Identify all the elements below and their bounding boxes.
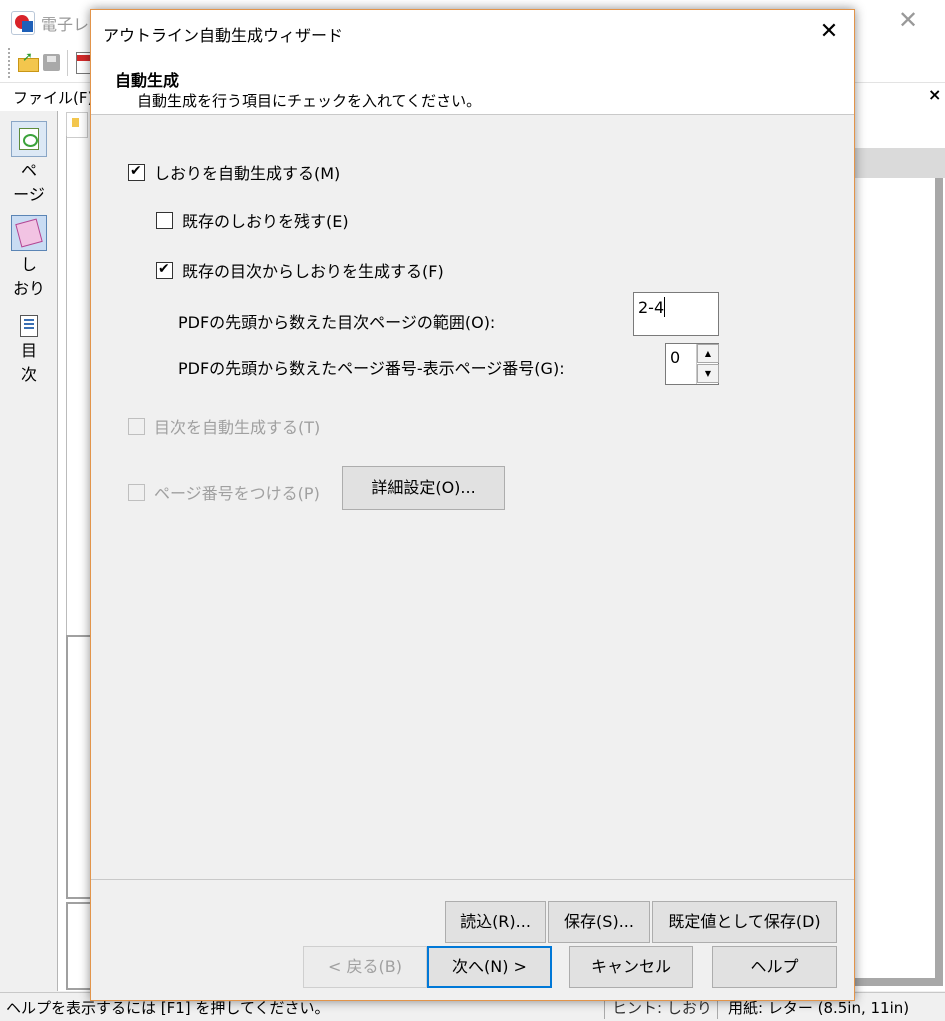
footer-divider (91, 879, 854, 880)
page-icon (11, 121, 47, 157)
spin-buttons: ▲ ▼ (696, 344, 719, 384)
toc-icon (12, 309, 46, 343)
wizard-step-title: 自動生成 (115, 71, 180, 90)
open-folder-icon[interactable]: ➚ (17, 50, 39, 72)
panel-tab-bookmark-label: し おり (12, 255, 45, 298)
page-offset-label: PDFの先頭から数えたページ番号-表示ページ番号(G): (178, 359, 565, 378)
app-close-icon[interactable]: ✕ (898, 6, 918, 34)
panel-tab-toc-label: 目 次 (20, 341, 37, 384)
spin-down-icon[interactable]: ▼ (697, 364, 719, 383)
from-toc-checkbox[interactable]: 既存の目次からしおりを生成する(F) (156, 258, 444, 282)
text-caret (664, 297, 666, 317)
doc-toolbar (855, 112, 945, 149)
page-numbers-checkbox[interactable]: ページ番号をつける(P) (128, 480, 320, 504)
toc-range-value: 2-4 (638, 298, 665, 317)
app-title: 電子レ (41, 15, 90, 34)
checkbox-box[interactable] (156, 260, 173, 279)
new-bookmark-icon[interactable] (66, 112, 88, 138)
checkbox-box[interactable] (128, 483, 145, 501)
checkbox-box[interactable] (128, 417, 145, 435)
page-numbers-label: ページ番号をつける(P) (154, 484, 320, 503)
help-button[interactable]: ヘルプ (712, 946, 837, 988)
cancel-button[interactable]: キャンセル (569, 946, 693, 988)
panel-tab-page[interactable]: ペ ージ (8, 121, 50, 207)
back-button[interactable]: < 戻る(B) (303, 946, 427, 988)
auto-bookmark-label: しおりを自動生成する(M) (154, 164, 341, 183)
auto-bookmark-checkbox[interactable]: しおりを自動生成する(M) (128, 160, 340, 184)
page-view[interactable] (855, 178, 943, 986)
menu-file[interactable]: ファイル(F) (13, 87, 93, 108)
toolbar-separator (67, 50, 68, 76)
app-logo-icon (11, 11, 35, 35)
load-button[interactable]: 読込(R)... (445, 901, 546, 943)
dialog-titlebar[interactable]: アウトライン自動生成ウィザード ✕ (91, 10, 854, 54)
wizard-header: 自動生成 自動生成を行う項目にチェックを入れてください。 (91, 54, 854, 115)
left-panel: ペ ージ し おり 目 次 (0, 111, 58, 991)
auto-toc-checkbox[interactable]: 目次を自動生成する(T) (128, 414, 320, 438)
save-button[interactable]: 保存(S)... (548, 901, 650, 943)
toc-range-label: PDFの先頭から数えた目次ページの範囲(O): (178, 313, 496, 332)
keep-existing-label: 既存のしおりを残す(E) (182, 212, 349, 231)
checkbox-box[interactable] (128, 162, 145, 181)
checkbox-box[interactable] (156, 211, 173, 229)
close-icon[interactable]: ✕ (809, 14, 849, 50)
page-offset-stepper[interactable]: 0 ▲ ▼ (665, 343, 719, 385)
next-button[interactable]: 次へ(N) > (427, 946, 552, 988)
keep-existing-checkbox[interactable]: 既存のしおりを残す(E) (156, 208, 349, 232)
detail-settings-button[interactable]: 詳細設定(O)... (342, 466, 505, 510)
dialog-title: アウトライン自動生成ウィザード (103, 26, 344, 45)
save-disk-icon[interactable] (42, 52, 64, 72)
panel-tab-bookmark[interactable]: し おり (8, 215, 50, 301)
outline-wizard-dialog: アウトライン自動生成ウィザード ✕ 自動生成 自動生成を行う項目にチェックを入れ… (90, 9, 855, 1001)
auto-toc-label: 目次を自動生成する(T) (154, 418, 321, 437)
doc-ruler (855, 148, 945, 178)
save-default-button[interactable]: 既定値として保存(D) (652, 901, 837, 943)
panel-tab-toc[interactable]: 目 次 (8, 309, 50, 387)
from-toc-label: 既存の目次からしおりを生成する(F) (182, 262, 444, 281)
wizard-step-subtitle: 自動生成を行う項目にチェックを入れてください。 (137, 92, 482, 110)
doc-close-icon[interactable]: × (928, 85, 941, 104)
spin-up-icon[interactable]: ▲ (697, 344, 719, 363)
page-offset-value[interactable]: 0 (670, 348, 680, 367)
toolbar-grip[interactable] (8, 48, 13, 78)
toc-range-input[interactable]: 2-4 (633, 292, 719, 336)
panel-tab-page-label: ペ ージ (13, 161, 45, 204)
bookmark-icon (11, 215, 47, 251)
